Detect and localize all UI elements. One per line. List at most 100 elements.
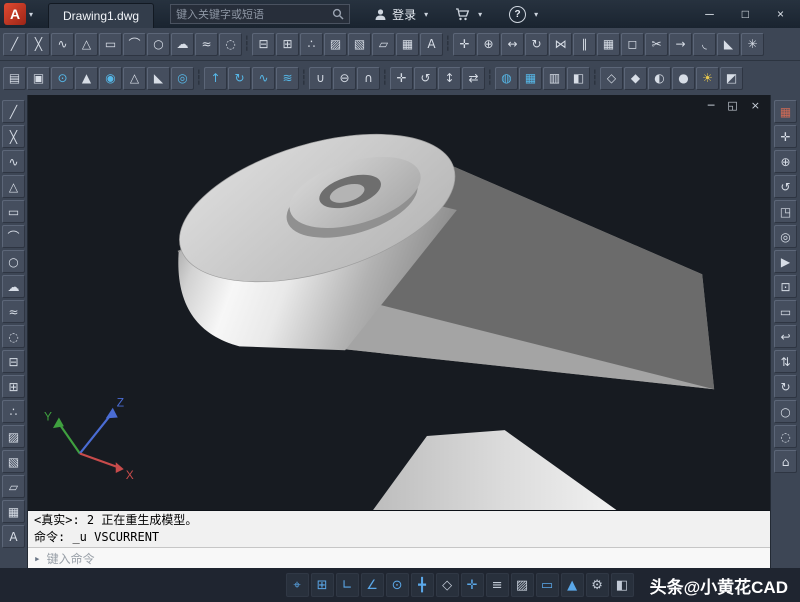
solid-cylinder-icon[interactable]: ⊙ <box>51 67 74 90</box>
subtract-icon[interactable]: ⊖ <box>333 67 356 90</box>
vs-realistic-icon[interactable]: ● <box>672 67 695 90</box>
steering-wheel-icon[interactable]: ◎ <box>774 225 797 248</box>
polar-tracking-icon[interactable]: ∠ <box>361 573 384 597</box>
workspace-gear-icon[interactable]: ⚙ <box>586 573 609 597</box>
solid-wedge-icon[interactable]: ◣ <box>147 67 170 90</box>
mtext-icon[interactable]: A <box>2 525 25 548</box>
table-icon[interactable]: ▦ <box>2 500 25 523</box>
sign-in-group[interactable]: 登录 ▾ <box>374 6 431 23</box>
insert-block-icon[interactable]: ⊟ <box>252 33 275 56</box>
polysolid-icon[interactable]: ▤ <box>3 67 26 90</box>
draw-xline-icon[interactable]: ╳ <box>2 125 25 148</box>
zoom-window-icon[interactable]: ▭ <box>774 300 797 323</box>
draw-rectangle-icon[interactable]: ▭ <box>99 33 122 56</box>
move-icon[interactable]: ✛ <box>453 33 476 56</box>
intersect-icon[interactable]: ∩ <box>357 67 380 90</box>
gradient-icon[interactable]: ▧ <box>2 450 25 473</box>
search-icon[interactable] <box>332 8 344 20</box>
zoom-previous-icon[interactable]: ↩ <box>774 325 797 348</box>
drawing-tab[interactable]: Drawing1.dwg <box>48 3 154 28</box>
create-block-icon[interactable]: ⊞ <box>2 375 25 398</box>
section-plane-icon[interactable]: ▥ <box>543 67 566 90</box>
vs-hidden-icon[interactable]: ◆ <box>624 67 647 90</box>
toolbar-separator[interactable]: ┆ <box>381 68 389 89</box>
draw-point-icon[interactable]: ∴ <box>300 33 323 56</box>
draw-rectangle-icon[interactable]: ▭ <box>2 200 25 223</box>
region-icon[interactable]: ▱ <box>372 33 395 56</box>
flatshot-icon[interactable]: ◧ <box>567 67 590 90</box>
viewport-close-button[interactable]: × <box>751 99 760 112</box>
chevron-down-icon[interactable]: ▾ <box>478 10 482 19</box>
draw-point-icon[interactable]: ∴ <box>2 400 25 423</box>
orbit-icon[interactable]: ↺ <box>774 175 797 198</box>
cart-icon[interactable] <box>455 8 470 21</box>
hatch-icon[interactable]: ▨ <box>324 33 347 56</box>
continuous-orbit-icon[interactable]: ◌ <box>774 425 797 448</box>
fillet-icon[interactable]: ◟ <box>693 33 716 56</box>
render-icon[interactable]: ☀ <box>696 67 719 90</box>
command-line-window[interactable]: <真实>: 2 正在重生成模型。命令: _u VSCURRENT ▸ 键入命令 <box>28 510 770 568</box>
draw-polygon-icon[interactable]: △ <box>75 33 98 56</box>
help-search-box[interactable]: 键入关键字或短语 <box>170 4 350 24</box>
3d-walk-icon[interactable]: ⇅ <box>774 350 797 373</box>
vs-conceptual-icon[interactable]: ◐ <box>648 67 671 90</box>
viewport-minimize-button[interactable]: ─ <box>708 99 715 112</box>
dynamic-ucs-icon[interactable]: ◇ <box>436 573 459 597</box>
viewcube-icon[interactable]: ◳ <box>774 200 797 223</box>
create-block-icon[interactable]: ⊞ <box>276 33 299 56</box>
3d-scale-icon[interactable]: ↕ <box>438 67 461 90</box>
otrack-icon[interactable]: ╋ <box>411 573 434 597</box>
stretch-icon[interactable]: ↔ <box>501 33 524 56</box>
draw-revcloud-icon[interactable]: ☁ <box>171 33 194 56</box>
gradient-icon[interactable]: ▧ <box>348 33 371 56</box>
drawing-viewport[interactable]: ─ ◱ × <box>28 95 770 510</box>
toolbar-separator[interactable]: ┆ <box>243 34 251 55</box>
minimize-button[interactable]: ─ <box>705 7 714 21</box>
constrained-orbit-icon[interactable]: ↻ <box>774 375 797 398</box>
mesh-box-icon[interactable]: ▦ <box>519 67 542 90</box>
viewport-restore-button[interactable]: ◱ <box>727 99 737 112</box>
revolve-icon[interactable]: ↻ <box>228 67 251 90</box>
draw-line-icon[interactable]: ╱ <box>3 33 26 56</box>
union-icon[interactable]: ∪ <box>309 67 332 90</box>
transparency-icon[interactable]: ▨ <box>511 573 534 597</box>
explode-icon[interactable]: ✳ <box>741 33 764 56</box>
draw-arc-icon[interactable]: ⌒ <box>2 225 25 248</box>
snap-mode-icon[interactable]: ⌖ <box>286 573 309 597</box>
chamfer-icon[interactable]: ◣ <box>717 33 740 56</box>
draw-line-icon[interactable]: ╱ <box>2 100 25 123</box>
lineweight-icon[interactable]: ≡ <box>486 573 509 597</box>
draw-polyline-icon[interactable]: ∿ <box>51 33 74 56</box>
ucs-icon[interactable]: Y Z X <box>44 396 134 482</box>
sweep-icon[interactable]: ∿ <box>252 67 275 90</box>
rotate-icon[interactable]: ↻ <box>525 33 548 56</box>
draw-revcloud-icon[interactable]: ☁ <box>2 275 25 298</box>
3d-rotate-icon[interactable]: ↺ <box>414 67 437 90</box>
annotation-scale-icon[interactable]: ▲ <box>561 573 584 597</box>
region-icon[interactable]: ▱ <box>2 475 25 498</box>
extend-icon[interactable]: → <box>669 33 692 56</box>
solid-sphere-icon[interactable]: ◉ <box>99 67 122 90</box>
grid-icon[interactable]: ⊞ <box>311 573 334 597</box>
toolbar-separator[interactable]: ┆ <box>444 34 452 55</box>
draw-arc-icon[interactable]: ⌒ <box>123 33 146 56</box>
mesh-smooth-icon[interactable]: ◍ <box>495 67 518 90</box>
dynamic-input-icon[interactable]: ✛ <box>461 573 484 597</box>
command-input-row[interactable]: ▸ 键入命令 <box>28 547 770 568</box>
osnap-icon[interactable]: ⊙ <box>386 573 409 597</box>
sign-in-label[interactable]: 登录 <box>392 6 416 23</box>
toolbar-separator[interactable]: ┆ <box>195 68 203 89</box>
maximize-button[interactable]: □ <box>742 7 749 21</box>
search-input[interactable]: 键入关键字或短语 <box>176 6 328 22</box>
autocad-logo-icon[interactable]: A <box>4 3 26 25</box>
solid-cone-icon[interactable]: ▲ <box>75 67 98 90</box>
extrude-icon[interactable]: ↑ <box>204 67 227 90</box>
erase-icon[interactable]: ◻ <box>621 33 644 56</box>
pan-icon[interactable]: ✛ <box>774 125 797 148</box>
trim-icon[interactable]: ✂ <box>645 33 668 56</box>
help-icon[interactable]: ? <box>509 6 526 23</box>
chevron-down-icon[interactable]: ▾ <box>424 10 428 19</box>
draw-spline-icon[interactable]: ≈ <box>195 33 218 56</box>
toolbar-separator[interactable]: ┆ <box>486 68 494 89</box>
zoom-extents-icon[interactable]: ⊡ <box>774 275 797 298</box>
